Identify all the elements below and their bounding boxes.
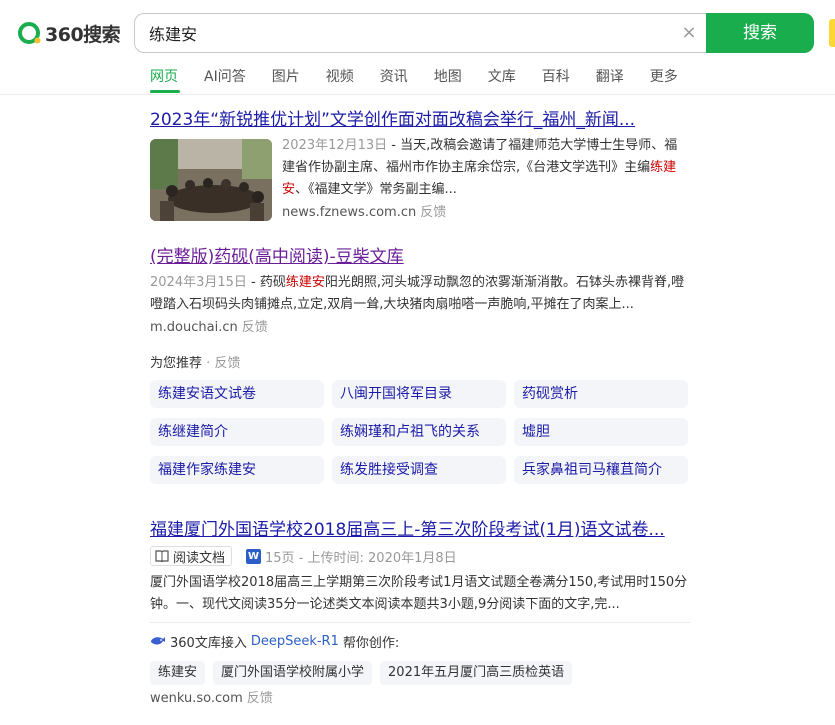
feedback-link[interactable]: 反馈 bbox=[242, 320, 268, 335]
result-url[interactable]: wenku.so.com bbox=[150, 691, 243, 706]
result-url[interactable]: m.douchai.cn bbox=[150, 320, 238, 335]
search-input[interactable] bbox=[149, 14, 669, 52]
word-doc-icon: W bbox=[246, 548, 262, 564]
logo-ring-icon bbox=[18, 21, 42, 45]
result-url[interactable]: news.fznews.com.cn bbox=[282, 205, 416, 220]
active-tab-indicator bbox=[150, 90, 180, 93]
search-result: (完整版)药砚(高中阅读)-豆柴文库 2024年3月15日 - 药砚练建安阳光朗… bbox=[150, 246, 690, 338]
result-snippet: 2024年3月15日 - 药砚练建安阳光朗照,河头城浮动飘忽的浓雾渐渐消散。石钵… bbox=[150, 272, 690, 316]
result-date: 2024年3月15日 bbox=[150, 275, 247, 290]
feedback-link[interactable]: 反馈 bbox=[247, 691, 273, 706]
recommend-item[interactable]: 兵家鼻祖司马穰苴简介 bbox=[514, 456, 688, 484]
snippet-highlight: 练建安 bbox=[285, 275, 325, 290]
result-source: wenku.so.com 反馈 bbox=[150, 689, 690, 709]
logo[interactable]: 360搜索 bbox=[18, 20, 121, 46]
ai-assist-row: 360文库接入 DeepSeek-R1 帮你创作: bbox=[150, 631, 690, 651]
result-title-link[interactable]: 福建厦门外国语学校2018届高三上-第三次阶段考试(1月)语文试卷... bbox=[150, 519, 690, 541]
search-result: 福建厦门外国语学校2018届高三上-第三次阶段考试(1月)语文试卷... 阅读文… bbox=[150, 519, 690, 709]
divider bbox=[150, 622, 690, 623]
search-box: × bbox=[134, 13, 708, 53]
tab-wenku[interactable]: 文库 bbox=[488, 66, 516, 94]
ai-suffix: 帮你创作: bbox=[342, 635, 400, 651]
feedback-link[interactable]: 反馈 bbox=[420, 205, 446, 220]
snippet-text: - 药砚 bbox=[246, 275, 286, 290]
recommend-item[interactable]: 练建安语文试卷 bbox=[150, 380, 324, 408]
result-snippet: 2023年12月13日 - 当天,改稿会邀请了福建师范大学博士生导师、福建省作协… bbox=[282, 135, 690, 201]
recommend-header: 为您推荐 · 反馈 bbox=[150, 352, 240, 371]
result-snippet: 厦门外国语学校2018届高三上学期第三次阶段考试1月语文试题全卷满分150,考试… bbox=[150, 575, 688, 612]
feedback-link[interactable]: 反馈 bbox=[214, 356, 240, 371]
tab-video[interactable]: 视频 bbox=[326, 66, 354, 94]
result-title-link[interactable]: 2023年“新锐推优计划”文学创作面对面改稿会举行_福州_新闻... bbox=[150, 109, 690, 131]
recommend-title: 为您推荐 bbox=[150, 356, 203, 371]
recommend-item[interactable]: 药砚赏析 bbox=[514, 380, 688, 408]
search-result: 2023年“新锐推优计划”文学创作面对面改稿会举行_福州_新闻... 2023年… bbox=[150, 109, 690, 223]
book-icon bbox=[155, 550, 169, 563]
related-chip[interactable]: 厦门外国语学校附属小学 bbox=[213, 661, 373, 685]
logo-text: 360搜索 bbox=[45, 23, 121, 46]
related-chip[interactable]: 练建安 bbox=[150, 661, 206, 685]
result-date: 2023年12月13日 bbox=[282, 138, 388, 153]
deepseek-whale-icon bbox=[150, 635, 166, 647]
doc-meta: 阅读文档 W 15页 - 上传时间: 2020年1月8日 bbox=[150, 545, 690, 567]
tab-map[interactable]: 地图 bbox=[434, 66, 462, 94]
result-thumbnail[interactable] bbox=[150, 139, 272, 221]
tab-baike[interactable]: 百科 bbox=[542, 66, 570, 94]
tab-images[interactable]: 图片 bbox=[272, 66, 300, 94]
side-widget-edge[interactable] bbox=[829, 19, 835, 47]
clear-icon[interactable]: × bbox=[679, 23, 699, 43]
recommend-item[interactable]: 福建作家练建安 bbox=[150, 456, 324, 484]
search-tabs: 网页 AI问答 图片 视频 资讯 地图 文库 百科 翻译 更多 bbox=[150, 66, 704, 94]
recommend-item[interactable]: 练娴瑾和卢祖飞的关系 bbox=[332, 418, 506, 446]
recommend-item[interactable]: 练继建简介 bbox=[150, 418, 324, 446]
related-chips: 练建安 厦门外国语学校附属小学 2021年五月厦门高三质检英语 bbox=[150, 661, 690, 685]
recommend-item[interactable]: 练发胜接受调查 bbox=[332, 456, 506, 484]
read-doc-button[interactable]: 阅读文档 bbox=[150, 546, 233, 566]
ai-prefix: 360文库接入 bbox=[170, 635, 247, 651]
result-title-link[interactable]: (完整版)药砚(高中阅读)-豆柴文库 bbox=[150, 246, 690, 268]
deepseek-link[interactable]: DeepSeek-R1 bbox=[251, 634, 339, 649]
recommend-item[interactable]: 八闽开国将军目录 bbox=[332, 380, 506, 408]
tab-translate[interactable]: 翻译 bbox=[596, 66, 624, 94]
search-header: 360搜索 × 搜索 网页 AI问答 图片 视频 资讯 地图 文库 百科 翻译 … bbox=[0, 0, 835, 95]
snippet-text: 、《福建文学》常务副主编... bbox=[295, 182, 457, 197]
read-doc-label: 阅读文档 bbox=[173, 550, 226, 566]
related-chip[interactable]: 2021年五月厦门高三质检英语 bbox=[380, 661, 573, 685]
search-button[interactable]: 搜索 bbox=[706, 13, 814, 53]
tab-news[interactable]: 资讯 bbox=[380, 66, 408, 94]
result-source: news.fznews.com.cn 反馈 bbox=[282, 203, 690, 223]
doc-meta-text: 15页 - 上传时间: 2020年1月8日 bbox=[265, 550, 457, 566]
recommend-separator: · bbox=[206, 356, 211, 371]
tab-more[interactable]: 更多 bbox=[650, 66, 678, 94]
recommend-item[interactable]: 墟胆 bbox=[514, 418, 688, 446]
tab-ai-qa[interactable]: AI问答 bbox=[204, 66, 246, 94]
result-source: m.douchai.cn 反馈 bbox=[150, 318, 690, 338]
